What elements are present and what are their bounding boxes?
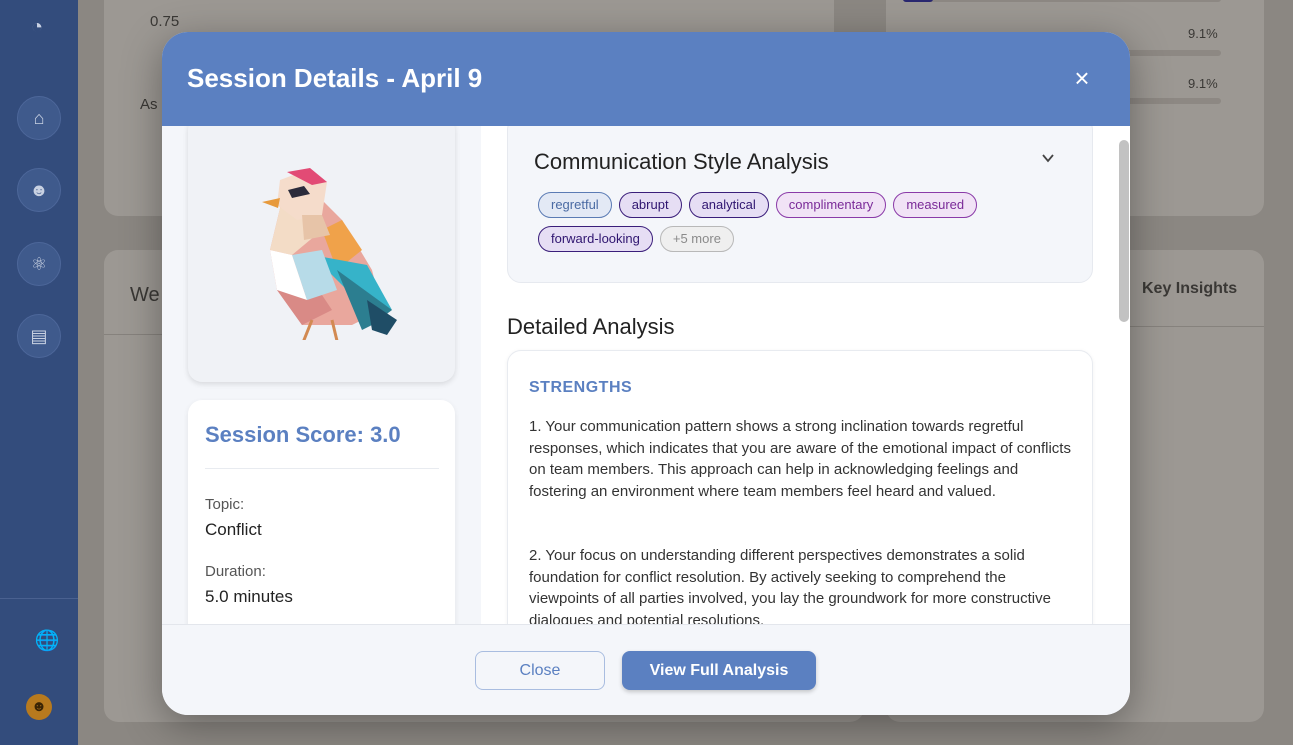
atom-icon[interactable]: ⚛	[17, 242, 61, 286]
background-chart-tick: 0.75	[150, 13, 180, 30]
background-chart-label: As	[140, 96, 158, 113]
modal-left-column: Session Score: 3.0 Topic: Conflict Durat…	[162, 126, 481, 624]
more-tags-button[interactable]: +5 more	[659, 226, 734, 252]
analysis-paragraph: 2. Your focus on understanding different…	[529, 547, 1051, 624]
modal-right-column[interactable]: Communication Style Analysis regretful ab…	[481, 126, 1130, 624]
user-avatar[interactable]: ☻	[26, 694, 52, 720]
topic-value: Conflict	[205, 520, 262, 539]
sidebar: ◔ ⌂ ☻ ⚛ ▤ 🌐 ☻	[0, 0, 78, 745]
session-score-card: Session Score: 3.0 Topic: Conflict Durat…	[188, 400, 455, 624]
detailed-analysis-heading: Detailed Analysis	[507, 314, 675, 339]
background-stat-value: 9.1%	[1188, 26, 1218, 41]
bird-avatar-icon	[262, 168, 397, 340]
style-tag: measured	[893, 192, 978, 218]
session-score: Session Score: 3.0	[205, 422, 401, 447]
communication-style-card: Communication Style Analysis regretful ab…	[507, 126, 1093, 283]
strengths-heading: STRENGTHS	[529, 379, 633, 396]
modal-footer: Close View Full Analysis	[162, 624, 1130, 715]
style-tag: abrupt	[618, 192, 682, 218]
session-details-modal: Session Details - April 9 × Session Scor…	[162, 32, 1130, 715]
sidebar-divider	[0, 598, 78, 599]
analysis-paragraph: 1. Your communication pattern shows a st…	[529, 418, 1071, 501]
duration-label: Duration:	[205, 563, 266, 580]
globe-icon[interactable]: 🌐	[34, 628, 60, 654]
style-tag: forward-looking	[538, 226, 653, 252]
background-key-insights[interactable]: Key Insights	[1142, 280, 1237, 298]
background-weekly-label: We	[130, 284, 160, 306]
style-tag: regretful	[538, 192, 612, 218]
view-full-analysis-button[interactable]: View Full Analysis	[622, 651, 816, 690]
chevron-down-icon[interactable]	[1036, 149, 1060, 173]
logo-icon[interactable]: ◔	[24, 14, 50, 40]
scrollbar-thumb[interactable]	[1119, 140, 1129, 322]
analysis-card: STRENGTHS 1. Your communication pattern …	[507, 350, 1093, 624]
close-button[interactable]: Close	[475, 651, 605, 690]
topic-label: Topic:	[205, 496, 245, 513]
coach-icon[interactable]: ☻	[17, 168, 61, 212]
divider	[205, 468, 439, 469]
style-tags: regretful abrupt analytical complimentary me…	[538, 192, 1038, 252]
communication-style-title: Communication Style Analysis	[534, 149, 829, 174]
modal-title: Session Details - April 9	[187, 63, 483, 93]
bird-avatar-card	[188, 126, 455, 382]
home-icon[interactable]: ⌂	[17, 96, 61, 140]
notes-icon[interactable]: ▤	[17, 314, 61, 358]
background-stat-value: 9.1%	[1188, 76, 1218, 91]
modal-header: Session Details - April 9 ×	[162, 32, 1130, 126]
duration-value: 5.0 minutes	[205, 587, 293, 606]
close-icon[interactable]: ×	[1066, 62, 1098, 94]
style-tag: complimentary	[775, 192, 887, 218]
style-tag: analytical	[688, 192, 769, 218]
